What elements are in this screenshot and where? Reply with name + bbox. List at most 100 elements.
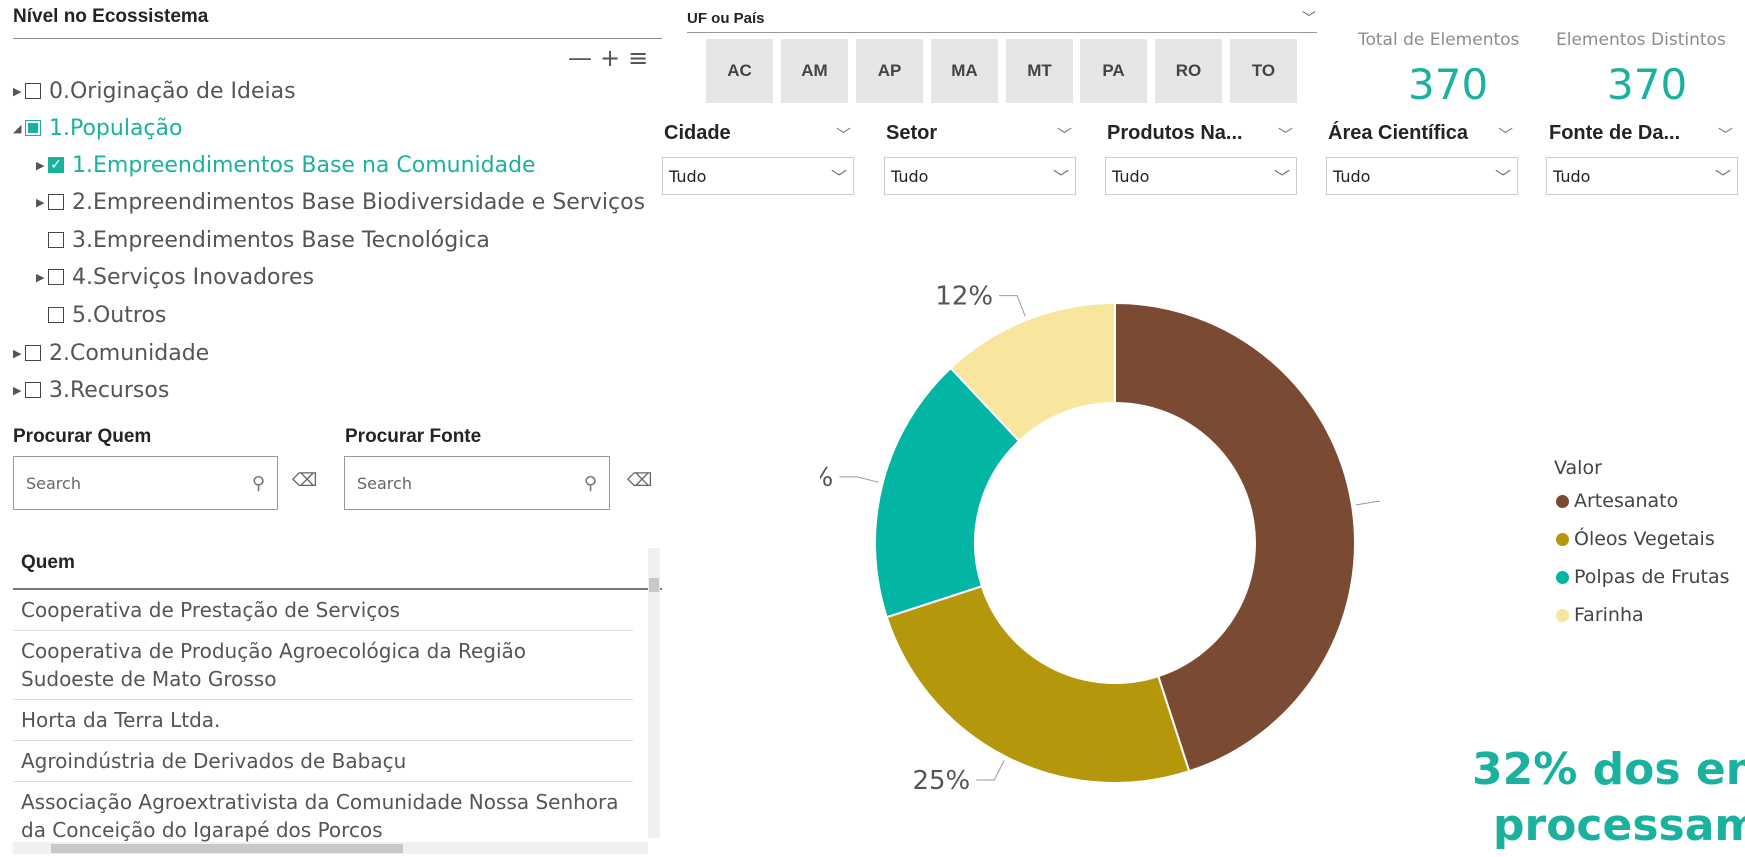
filter-produtos-title: Produtos Na...: [1107, 122, 1243, 144]
tree-item-recursos[interactable]: ▶ 3.Recursos: [13, 374, 169, 406]
expand-caret-icon[interactable]: ▶: [13, 85, 25, 98]
checkbox[interactable]: [48, 232, 64, 248]
tree-item-label: 2.Comunidade: [49, 340, 210, 366]
tree-item-label: 4.Serviços Inovadores: [72, 264, 315, 290]
uf-button-ap[interactable]: AP: [856, 39, 923, 103]
table-row[interactable]: Cooperativa de Prestação de Serviços: [13, 590, 633, 631]
legend-dot: [1556, 532, 1569, 546]
collapse-caret-icon[interactable]: ◢: [13, 122, 25, 135]
uf-button-ma[interactable]: MA: [931, 39, 998, 103]
legend-dot: [1556, 570, 1569, 584]
legend-label: Polpas de Frutas: [1574, 566, 1730, 588]
expand-caret-icon[interactable]: ▶: [36, 159, 48, 172]
eraser-icon[interactable]: ⌫: [627, 470, 652, 491]
chevron-down-icon[interactable]: ﹀: [1302, 8, 1316, 28]
expand-caret-icon[interactable]: ▶: [13, 347, 25, 360]
chevron-down-icon[interactable]: ﹀: [1498, 124, 1513, 145]
chevron-down-icon[interactable]: ﹀: [1057, 124, 1072, 145]
tree-item-comunidade[interactable]: ▶ 2.Comunidade: [13, 337, 209, 369]
scrollbar-thumb[interactable]: [51, 844, 403, 853]
legend-item[interactable]: Artesanato: [1556, 487, 1730, 515]
tree-item-populacao[interactable]: ◢ 1.População: [13, 112, 182, 144]
checkbox[interactable]: [48, 307, 64, 323]
table-row[interactable]: Associação Agroextrativista da Comunidad…: [13, 782, 633, 851]
checkbox[interactable]: [25, 345, 41, 361]
chevron-down-icon[interactable]: ﹀: [1278, 124, 1293, 145]
kpi-distintos-label: Elementos Distintos: [1556, 30, 1726, 50]
search-icon: ⚲: [251, 472, 265, 494]
legend-label: Artesanato: [1574, 490, 1679, 512]
filter-produtos-select[interactable]: Tudo ﹀: [1105, 157, 1297, 195]
table-header-quem[interactable]: Quem: [13, 538, 662, 590]
table-row[interactable]: Cooperativa de Produção Agroecológica da…: [13, 631, 633, 700]
tree-item-outros[interactable]: 5.Outros: [48, 299, 166, 331]
chevron-down-icon: ﹀: [1273, 168, 1290, 187]
legend-label: Farinha: [1574, 604, 1644, 626]
expand-caret-icon[interactable]: ▶: [36, 196, 48, 209]
search-fonte-input[interactable]: Search ⚲: [344, 456, 610, 510]
uf-button-ac[interactable]: AC: [706, 39, 773, 103]
tree-item-label: 0.Originação de Ideias: [49, 78, 296, 104]
tree-item-originacao[interactable]: ▶ 0.Originação de Ideias: [13, 75, 296, 107]
chevron-down-icon: ﹀: [1052, 168, 1069, 187]
tree-item-base-comunidade[interactable]: ▶ ✓ 1.Empreendimentos Base na Comunidade: [36, 149, 536, 181]
checkbox-checked[interactable]: ✓: [48, 157, 64, 173]
filter-area-cientifica-select[interactable]: Tudo ﹀: [1326, 157, 1518, 195]
tree-item-base-biodiversidade[interactable]: ▶ 2.Empreendimentos Base Biodiversidade …: [36, 186, 645, 218]
expand-caret-icon[interactable]: ▶: [36, 271, 48, 284]
search-placeholder: Search: [26, 473, 81, 493]
legend-item[interactable]: Polpas de Frutas: [1556, 563, 1730, 591]
filter-cidade-select[interactable]: Tudo ﹀: [662, 157, 854, 195]
filter-fonte-dados-title: Fonte de Da...: [1549, 122, 1681, 144]
donut-chart: 45%25%18%12%: [820, 282, 1380, 796]
options-icon[interactable]: ≡: [628, 46, 648, 72]
chevron-down-icon: ﹀: [1714, 168, 1731, 187]
highlight-note-line2: processam: [1493, 800, 1745, 851]
search-placeholder: Search: [357, 473, 412, 493]
search-fonte-label: Procurar Fonte: [345, 426, 482, 447]
quem-table: Quem Cooperativa de Prestação de Serviço…: [13, 538, 662, 857]
leader-line: [976, 760, 1005, 781]
scrollbar-thumb[interactable]: [649, 578, 659, 592]
table-row[interactable]: Horta da Terra Ltda.: [13, 700, 633, 741]
table-horizontal-scrollbar[interactable]: [13, 842, 648, 854]
filter-value: Tudo: [669, 166, 707, 186]
tree-item-base-tecnologica[interactable]: 3.Empreendimentos Base Tecnológica: [48, 224, 490, 256]
table-row[interactable]: Agroindústria de Derivados de Babaçu: [13, 741, 633, 782]
expand-all-icon[interactable]: +: [600, 46, 620, 72]
collapse-all-icon[interactable]: —: [568, 46, 592, 72]
filter-value: Tudo: [1553, 166, 1591, 186]
checkbox[interactable]: [25, 382, 41, 398]
chevron-down-icon[interactable]: ﹀: [1718, 124, 1733, 145]
uf-button-am[interactable]: AM: [781, 39, 848, 103]
legend: Artesanato Óleos Vegetais Polpas de Frut…: [1556, 487, 1730, 629]
filter-value: Tudo: [1333, 166, 1371, 186]
filter-setor-select[interactable]: Tudo ﹀: [884, 157, 1076, 195]
eraser-icon[interactable]: ⌫: [292, 470, 317, 491]
checkbox[interactable]: [48, 194, 64, 210]
donut-slice-1[interactable]: [885, 585, 1191, 785]
expand-caret-icon[interactable]: ▶: [13, 384, 25, 397]
leader-line: [839, 476, 879, 483]
uf-button-to[interactable]: TO: [1230, 39, 1297, 103]
checkbox[interactable]: [25, 83, 41, 99]
chevron-down-icon: ﹀: [830, 168, 847, 187]
kpi-distintos-value: 370: [1607, 60, 1688, 109]
legend-item[interactable]: Óleos Vegetais: [1556, 525, 1730, 553]
uf-button-mt[interactable]: MT: [1006, 39, 1073, 103]
search-quem-label: Procurar Quem: [13, 426, 152, 447]
search-quem-input[interactable]: Search ⚲: [13, 456, 278, 510]
filter-fonte-dados-select[interactable]: Tudo ﹀: [1546, 157, 1738, 195]
checkbox[interactable]: [48, 269, 64, 285]
uf-button-ro[interactable]: RO: [1155, 39, 1222, 103]
tree-item-servicos-inovadores[interactable]: ▶ 4.Serviços Inovadores: [36, 261, 314, 293]
chevron-down-icon[interactable]: ﹀: [836, 124, 851, 145]
leader-line: [999, 295, 1026, 317]
hierarchy-tools: — + ≡: [568, 46, 668, 72]
uf-button-pa[interactable]: PA: [1080, 39, 1147, 103]
data-label: 18%: [820, 463, 833, 493]
checkbox[interactable]: [25, 120, 41, 136]
table-vertical-scrollbar[interactable]: [648, 548, 660, 838]
legend-item[interactable]: Farinha: [1556, 601, 1730, 629]
filter-cidade-title: Cidade: [664, 122, 731, 144]
